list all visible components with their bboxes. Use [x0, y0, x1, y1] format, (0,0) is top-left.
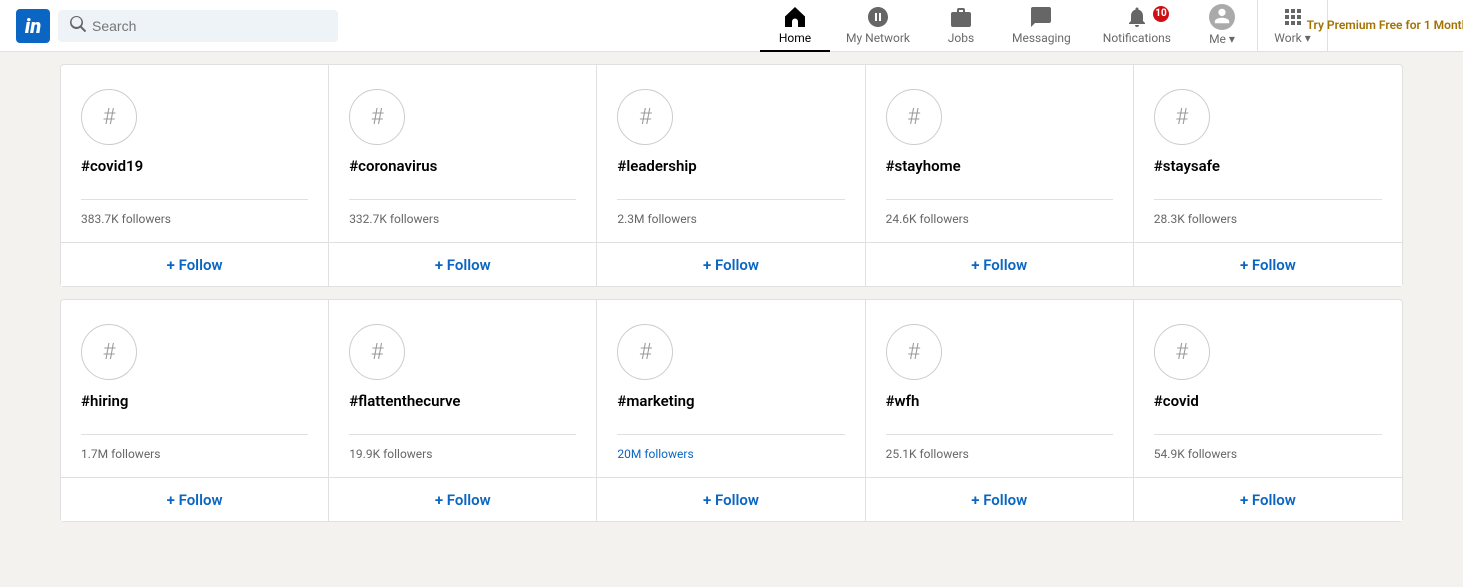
notifications-label: Notifications [1103, 31, 1171, 45]
follow-button[interactable]: + Follow [61, 242, 328, 286]
nav-item-jobs[interactable]: Jobs [926, 0, 996, 52]
hashtag-icon: # [81, 324, 137, 380]
hashtag-card: # #covid 54.9K followers + Follow [1134, 300, 1402, 521]
hashtag-rows: # #covid19 383.7K followers + Follow # #coron… [60, 64, 1403, 522]
linkedin-logo[interactable]: in [16, 9, 50, 43]
search-icon [70, 16, 86, 36]
hashtag-icon: # [617, 89, 673, 145]
nav-item-messaging[interactable]: Messaging [996, 0, 1087, 52]
jobs-label: Jobs [948, 31, 974, 45]
hashtag-name: #covid19 [81, 157, 308, 175]
hashtag-name: #leadership [617, 157, 844, 175]
hashtag-card: # #hiring 1.7M followers + Follow [61, 300, 329, 521]
nav-item-notifications[interactable]: 10 Notifications [1087, 0, 1187, 52]
hashtag-row-0: # #covid19 383.7K followers + Follow # #coron… [60, 64, 1403, 287]
follow-button[interactable]: + Follow [1134, 477, 1402, 521]
hashtag-icon: # [886, 89, 942, 145]
hashtag-followers: 332.7K followers [349, 199, 576, 226]
hashtag-name: #stayhome [886, 157, 1113, 175]
hashtag-name: #hiring [81, 392, 308, 410]
follow-button[interactable]: + Follow [329, 477, 596, 521]
nav-items: Home My Network Jobs Messaging [760, 0, 1447, 52]
hashtag-icon: # [1154, 89, 1210, 145]
hashtag-icon: # [886, 324, 942, 380]
nav-item-me[interactable]: Me ▾ [1187, 0, 1257, 52]
hashtag-card: # #flattenthecurve 19.9K followers + Follow [329, 300, 597, 521]
follow-button[interactable]: + Follow [61, 477, 328, 521]
nav-item-my-network[interactable]: My Network [830, 0, 926, 52]
hashtag-name: #wfh [886, 392, 1113, 410]
hashtag-row-1: # #hiring 1.7M followers + Follow # #flattent… [60, 299, 1403, 522]
hashtag-followers: 54.9K followers [1154, 434, 1382, 461]
nav-item-work[interactable]: Work ▾ [1257, 0, 1327, 52]
follow-button[interactable]: + Follow [597, 242, 864, 286]
hashtag-card: # #wfh 25.1K followers + Follow [866, 300, 1134, 521]
follow-button[interactable]: + Follow [866, 477, 1133, 521]
hashtag-name: #covid [1154, 392, 1382, 410]
premium-button[interactable]: Try Premium Free for 1 Month [1327, 0, 1447, 52]
hashtag-icon: # [349, 89, 405, 145]
my-network-label: My Network [846, 31, 910, 45]
hashtag-followers: 383.7K followers [81, 199, 308, 226]
me-label: Me ▾ [1209, 32, 1235, 46]
hashtag-name: #staysafe [1154, 157, 1382, 175]
hashtag-followers: 20M followers [617, 434, 844, 461]
search-bar[interactable] [58, 10, 338, 42]
hashtag-card: # #leadership 2.3M followers + Follow [597, 65, 865, 286]
hashtag-card: # #staysafe 28.3K followers + Follow [1134, 65, 1402, 286]
hashtag-followers: 2.3M followers [617, 199, 844, 226]
hashtag-followers: 28.3K followers [1154, 199, 1382, 226]
hashtag-followers: 24.6K followers [886, 199, 1113, 226]
hashtag-name: #flattenthecurve [349, 392, 576, 410]
avatar [1209, 4, 1235, 30]
follow-button[interactable]: + Follow [597, 477, 864, 521]
work-label: Work ▾ [1274, 31, 1310, 45]
hashtag-card: # #covid19 383.7K followers + Follow [61, 65, 329, 286]
hashtag-name: #coronavirus [349, 157, 576, 175]
hashtag-card: # #stayhome 24.6K followers + Follow [866, 65, 1134, 286]
messaging-label: Messaging [1012, 31, 1071, 45]
follow-button[interactable]: + Follow [1134, 242, 1402, 286]
hashtag-icon: # [1154, 324, 1210, 380]
follow-button[interactable]: + Follow [329, 242, 596, 286]
hashtag-followers: 19.9K followers [349, 434, 576, 461]
hashtag-icon: # [349, 324, 405, 380]
hashtag-followers: 1.7M followers [81, 434, 308, 461]
home-label: Home [779, 31, 811, 45]
hashtag-icon: # [81, 89, 137, 145]
hashtag-card: # #coronavirus 332.7K followers + Follow [329, 65, 597, 286]
notification-badge: 10 [1153, 6, 1169, 22]
nav-item-home[interactable]: Home [760, 0, 830, 52]
search-input[interactable] [92, 18, 326, 34]
hashtag-followers: 25.1K followers [886, 434, 1113, 461]
follow-button[interactable]: + Follow [866, 242, 1133, 286]
hashtag-icon: # [617, 324, 673, 380]
hashtag-card: # #marketing 20M followers + Follow [597, 300, 865, 521]
navbar: in Home My Network Jo [0, 0, 1463, 52]
main-content: # #covid19 383.7K followers + Follow # #coron… [0, 52, 1463, 546]
hashtag-name: #marketing [617, 392, 844, 410]
